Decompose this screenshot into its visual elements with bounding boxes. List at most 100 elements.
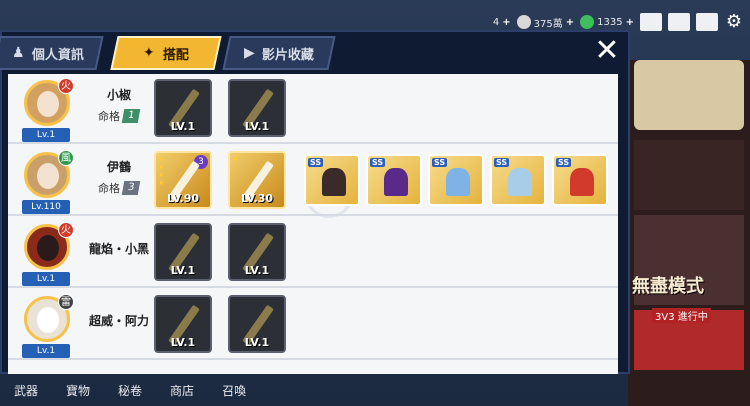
- coin-icon: [516, 15, 531, 29]
- thunder-element-icon: 雷: [58, 294, 74, 310]
- calendar-icon[interactable]: [640, 13, 662, 31]
- currency-value: 375萬: [533, 18, 563, 30]
- rarity-badge: SS: [370, 158, 386, 167]
- portrait-face: [37, 163, 59, 189]
- weapon-level: LV.1: [244, 336, 270, 349]
- tab-profile[interactable]: ♟ 個人資訊: [0, 36, 104, 70]
- tab-loadout[interactable]: ✦ 搭配: [110, 36, 222, 70]
- horn-icon: [384, 168, 408, 196]
- character-name: 小椒: [106, 88, 131, 102]
- fire-element-icon: 火: [58, 78, 74, 94]
- tab-label: 搭配: [162, 47, 189, 63]
- portrait-face: [37, 91, 59, 117]
- nav-treasures[interactable]: 寶物: [52, 374, 104, 406]
- equipment-dialog: ♟ 個人資訊 ✦ 搭配 ▶ 影片收藏 ✕ 火 Lv.1 小椒 命格 1 LV.1…: [0, 30, 630, 374]
- resource-value: 4: [492, 16, 500, 28]
- fate-label: 命格: [98, 182, 120, 195]
- gem-value: 1335: [597, 16, 623, 28]
- fate-value: 3: [121, 181, 141, 195]
- pvp-status-label: 3V3 進行中: [652, 308, 711, 323]
- character-name: 龍焰・小黑: [88, 242, 149, 256]
- fire-element-icon: 火: [58, 222, 74, 238]
- weapon-level: LV.1: [170, 264, 196, 277]
- list-item: 風 Lv.110 伊鶴 命格 3 ★ ★ ★ ★ 3 LV.90 ★ LV.30 SS: [8, 146, 618, 216]
- gear-icon[interactable]: ⚙: [724, 12, 744, 32]
- event-card[interactable]: [634, 140, 744, 210]
- rarity-badge: SS: [494, 158, 510, 167]
- fate-info: 命格 1: [98, 108, 141, 124]
- notice-icon[interactable]: [696, 13, 718, 31]
- avatar[interactable]: 風 Lv.110: [22, 150, 74, 216]
- weapon-level: LV.1: [170, 120, 196, 133]
- currency-counter: 375萬 +: [516, 15, 574, 30]
- close-icon[interactable]: ✕: [592, 36, 622, 66]
- endless-mode-label: 無盡模式: [632, 276, 704, 297]
- nav-summon[interactable]: 召喚: [208, 374, 260, 406]
- bottom-nav: 武器 寶物 秘卷 商店 召喚: [0, 374, 630, 406]
- weapon-slot[interactable]: ★ ★ ★ ★ 3 LV.90: [154, 151, 212, 209]
- dagger-icon: [322, 168, 346, 196]
- weapon-slot[interactable]: LV.1: [228, 79, 286, 137]
- tab-label: 個人資訊: [32, 47, 85, 63]
- weapon-level: LV.90: [166, 192, 200, 205]
- weapon-level: LV.1: [170, 336, 196, 349]
- add-gem-button[interactable]: +: [626, 17, 634, 28]
- play-icon: ▶: [243, 45, 255, 61]
- accessory-slot[interactable]: SS: [366, 154, 422, 206]
- tab-bar: ♟ 個人資訊 ✦ 搭配 ▶ 影片收藏 ✕: [0, 32, 632, 72]
- portrait-face: [37, 235, 59, 261]
- resource-counter: 4 +: [493, 17, 511, 28]
- weapon-level: LV.1: [244, 264, 270, 277]
- add-resource-button[interactable]: +: [502, 17, 510, 28]
- list-item: 火 Lv.1 小椒 命格 1 LV.1 LV.1 ✧: [8, 74, 618, 218]
- shuriken-icon: ✦: [143, 45, 155, 61]
- nav-weapons[interactable]: 武器: [0, 374, 52, 406]
- avatar[interactable]: 火 Lv.1: [22, 78, 74, 144]
- character-level: Lv.110: [22, 200, 70, 214]
- portrait-face: [37, 307, 59, 333]
- gem-icon: [580, 15, 595, 29]
- weapon-level: LV.30: [240, 192, 274, 205]
- weapon-slot[interactable]: LV.1: [228, 223, 286, 281]
- tab-label: 影片收藏: [262, 47, 315, 63]
- avatar[interactable]: 火 Lv.1: [22, 222, 74, 288]
- list-item: 雷 Lv.1 超威・阿力 LV.1 LV.1: [8, 290, 618, 360]
- nav-shop[interactable]: 商店: [156, 374, 208, 406]
- character-name: 伊鶴: [106, 160, 131, 174]
- accessory-slot[interactable]: SS: [304, 154, 360, 206]
- accessory-slot[interactable]: SS: [552, 154, 608, 206]
- gem-counter: 1335 +: [580, 15, 634, 29]
- character-icon: ♟: [11, 45, 25, 61]
- wind-element-icon: 風: [58, 150, 74, 166]
- character-level: Lv.1: [22, 128, 70, 142]
- panda-card[interactable]: [634, 60, 744, 130]
- star-rating: ★ ★ ★ ★: [158, 155, 165, 187]
- accessory-slot[interactable]: SS: [490, 154, 546, 206]
- character-name: 超威・阿力: [88, 314, 149, 328]
- weapon-slot[interactable]: ★ LV.30: [228, 151, 286, 209]
- rarity-badge: SS: [308, 158, 324, 167]
- star-rating: ★: [232, 155, 239, 163]
- ribbon-icon: [570, 168, 594, 196]
- weapon-slot[interactable]: LV.1: [154, 79, 212, 137]
- list-item: 火 Lv.1 龍焰・小黑 LV.1 LV.1: [8, 218, 618, 288]
- fate-label: 命格: [98, 110, 120, 123]
- weapon-slot[interactable]: LV.1: [228, 295, 286, 353]
- character-list[interactable]: 火 Lv.1 小椒 命格 1 LV.1 LV.1 ✧ 風 Lv.1: [8, 74, 618, 374]
- rarity-badge: SS: [432, 158, 448, 167]
- character-level: Lv.1: [22, 344, 70, 358]
- character-level: Lv.1: [22, 272, 70, 286]
- avatar[interactable]: 雷 Lv.1: [22, 294, 74, 360]
- accessory-slot[interactable]: SS: [428, 154, 484, 206]
- weapon-slot[interactable]: LV.1: [154, 295, 212, 353]
- nav-scrolls[interactable]: 秘卷: [104, 374, 156, 406]
- tab-videos[interactable]: ▶ 影片收藏: [222, 36, 336, 70]
- fate-value: 1: [121, 109, 141, 123]
- weapon-level: LV.1: [244, 120, 270, 133]
- weapon-slot[interactable]: LV.1: [154, 223, 212, 281]
- add-currency-button[interactable]: +: [566, 17, 574, 28]
- fate-info: 命格 3: [98, 180, 141, 196]
- mail-icon[interactable]: [668, 13, 690, 31]
- crystal-icon: [446, 168, 470, 196]
- rarity-badge: SS: [556, 158, 572, 167]
